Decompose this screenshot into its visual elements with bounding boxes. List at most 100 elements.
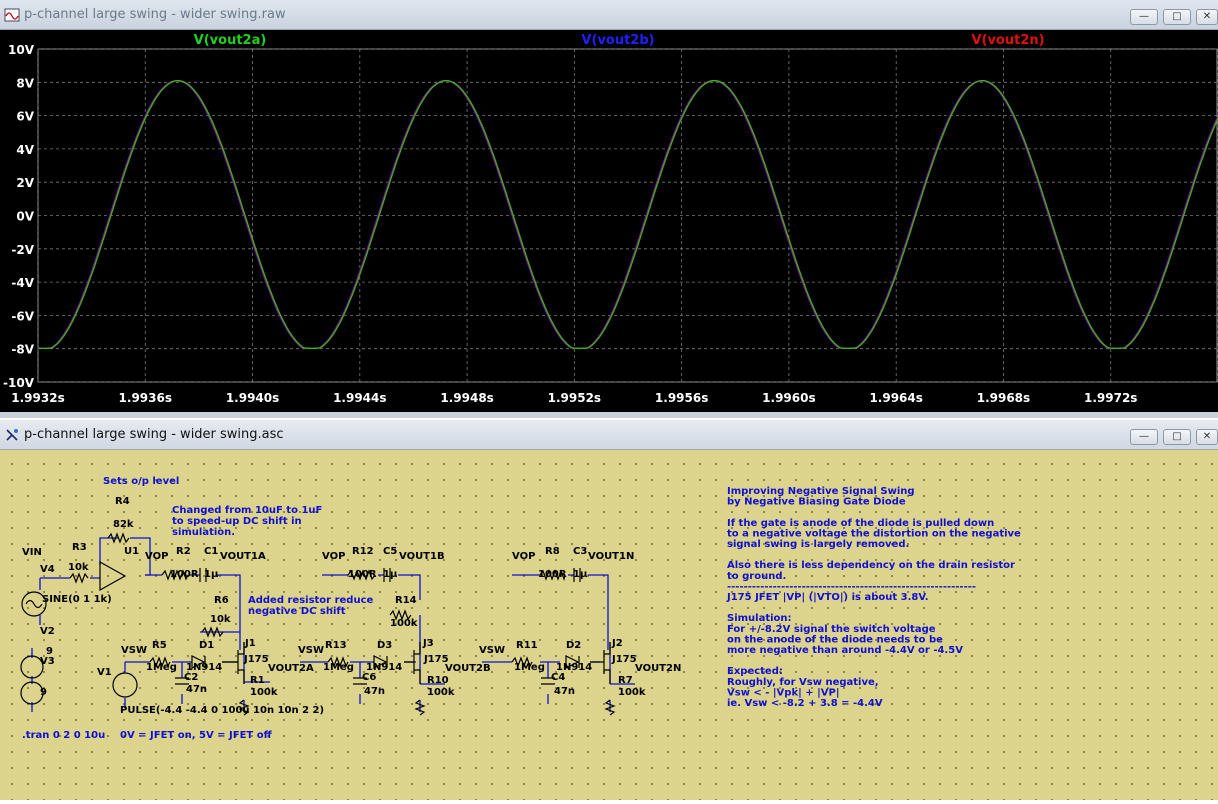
vout2n-label: VOUT2N	[635, 663, 681, 674]
x-tick-label: 1.9972s	[1084, 391, 1137, 405]
trace-line-vvout2a	[38, 79, 1218, 350]
schematic-canvas[interactable]: Sets o/p level R4 82k Changed from 10uF …	[0, 450, 1218, 800]
r4-value: 82k	[113, 519, 134, 530]
x-tick-label: 1.9936s	[119, 391, 172, 405]
trace-line-vvout2b	[37, 79, 1218, 350]
schematic-close-button[interactable]: ✕	[1196, 429, 1218, 445]
changed-note-1: Changed from 10uF to 1uF	[172, 505, 322, 516]
minimize-button[interactable]: —	[1130, 9, 1158, 25]
schematic-minimize-button[interactable]: —	[1130, 429, 1158, 445]
schematic-maximize-button[interactable]: □	[1163, 429, 1191, 445]
x-tick-label: 1.9964s	[869, 391, 922, 405]
r11-value: 1Meg	[514, 662, 545, 673]
y-tick-label: 6V	[16, 110, 34, 124]
note-line: Simulation:	[727, 613, 792, 624]
vsw-label-3: VSW	[479, 645, 505, 656]
vout1a-label: VOUT1A	[220, 551, 266, 562]
c2-label: C2	[184, 672, 198, 683]
note-line: to ground.	[727, 571, 786, 582]
schematic-titlebar[interactable]: p-channel large swing - wider swing.asc …	[0, 420, 1218, 450]
waveform-chart: 10V 8V 6V 4V 2V 0V -2V -4V -6V -8V -10V1.9932s 1.99…	[3, 33, 1218, 405]
trace-name-vvout2a: V(vout2a)	[194, 33, 267, 48]
v1-source	[112, 672, 138, 698]
note-line: by Negative Biasing Gate Diode	[727, 497, 906, 508]
x-tick-label: 1.9968s	[977, 391, 1030, 405]
u1-label: U1	[124, 546, 139, 557]
r6-value: 10k	[210, 614, 231, 625]
note-line: For +/-8.2V signal the switch voltage	[727, 624, 936, 635]
r3-label: R3	[72, 542, 87, 553]
c1-label: C1	[204, 546, 218, 557]
trace-line-vvout2n	[38, 79, 1218, 350]
pulse-label: PULSE(-4.4 -4.4 0 100u 10n 10n 2 2)	[120, 705, 324, 716]
x-tick-label: 1.9932s	[11, 391, 64, 405]
note-line: Vsw < - |Vpk| + |VP|	[727, 687, 839, 698]
v3-label: V3	[40, 656, 55, 667]
y-tick-label: -4V	[11, 276, 34, 290]
c3-value: 1μ	[573, 569, 588, 580]
vsw-label-1: VSW	[121, 645, 147, 656]
changed-note-3: simulation.	[172, 527, 235, 538]
j2-value: J175	[611, 654, 637, 665]
r14-label: R14	[395, 595, 417, 606]
r8-value: 100R	[538, 569, 567, 580]
c2-value: 47n	[186, 684, 207, 695]
u1-opamp	[99, 560, 127, 592]
note-line: Expected:	[727, 666, 783, 677]
j2-jfet	[590, 642, 611, 684]
schematic-drawing[interactable]: Sets o/p level R4 82k Changed from 10uF …	[0, 450, 1218, 800]
j2-label: J2	[611, 638, 623, 649]
explanation-notes: Improving Negative Signal Swingby Negati…	[726, 486, 1021, 709]
c5-value: 1μ	[383, 569, 398, 580]
c5-label: C5	[383, 546, 397, 557]
note-line: on the anode of the diode needs to be	[727, 634, 943, 645]
d3-label: D3	[377, 640, 392, 651]
r7-label: R7	[618, 675, 633, 686]
x-tick-label: 1.9948s	[440, 391, 493, 405]
vop-label-1: VOP	[145, 551, 168, 562]
y-tick-label: -2V	[11, 243, 34, 257]
r13-label: R13	[325, 640, 347, 651]
waveform-app-icon	[4, 8, 20, 22]
r1-value: 100k	[250, 687, 278, 698]
r2-value: 100R	[170, 569, 199, 580]
schematic-app-icon	[6, 429, 18, 441]
x-tick-label: 1.9944s	[333, 391, 386, 405]
waveform-plot[interactable]: 10V 8V 6V 4V 2V 0V -2V -4V -6V -8V -10V 1.9932s 1.99…	[0, 30, 1218, 412]
j1-jfet	[222, 642, 245, 684]
schematic-window-title: p-channel large swing - wider swing.asc	[24, 427, 284, 442]
c3-label: C3	[573, 546, 587, 557]
r10-label: R10	[427, 675, 449, 686]
r3-resistor	[69, 572, 89, 584]
j3-jfet	[404, 642, 421, 684]
y-tick-label: 8V	[16, 76, 34, 90]
c4-label: C4	[551, 672, 565, 683]
waveform-titlebar[interactable]: p-channel large swing - wider swing.raw …	[0, 0, 1218, 30]
v4-label: V4	[40, 564, 55, 575]
note-line: If the gate is anode of the diode is pul…	[727, 518, 994, 529]
changed-note-2: to speed-up DC shift in	[172, 516, 302, 527]
r3-value: 10k	[68, 562, 89, 573]
vsw-label-2: VSW	[298, 645, 324, 656]
c6-value: 47n	[364, 686, 385, 697]
c4-value: 47n	[554, 686, 575, 697]
waveform-window-title: p-channel large swing - wider swing.raw	[24, 7, 286, 22]
v1-label: V1	[97, 667, 112, 678]
note-line: ie. Vsw < -8.2 + 3.8 = -4.4V	[727, 698, 883, 709]
vout1n-label: VOUT1N	[588, 551, 634, 562]
added-note-2: negative DC shift	[248, 606, 346, 617]
vin-label: VIN	[22, 547, 42, 558]
tran-directive[interactable]: .tran 0 2 0 10u	[22, 730, 105, 741]
maximize-button[interactable]: □	[1163, 9, 1191, 25]
r5-value: 1Meg	[146, 662, 177, 673]
d1-label: D1	[199, 640, 214, 651]
close-button[interactable]: ✕	[1196, 9, 1218, 25]
note-line: signal swing is largely removed.	[727, 539, 909, 550]
note-line: ----------------------------------------…	[727, 581, 976, 592]
window-border	[0, 412, 1218, 418]
r12-label: R12	[352, 546, 374, 557]
y-tick-label: 2V	[16, 176, 34, 190]
y-tick-label: -10V	[3, 376, 35, 390]
r6-label: R6	[214, 595, 229, 606]
vout2b-label: VOUT2B	[445, 663, 491, 674]
